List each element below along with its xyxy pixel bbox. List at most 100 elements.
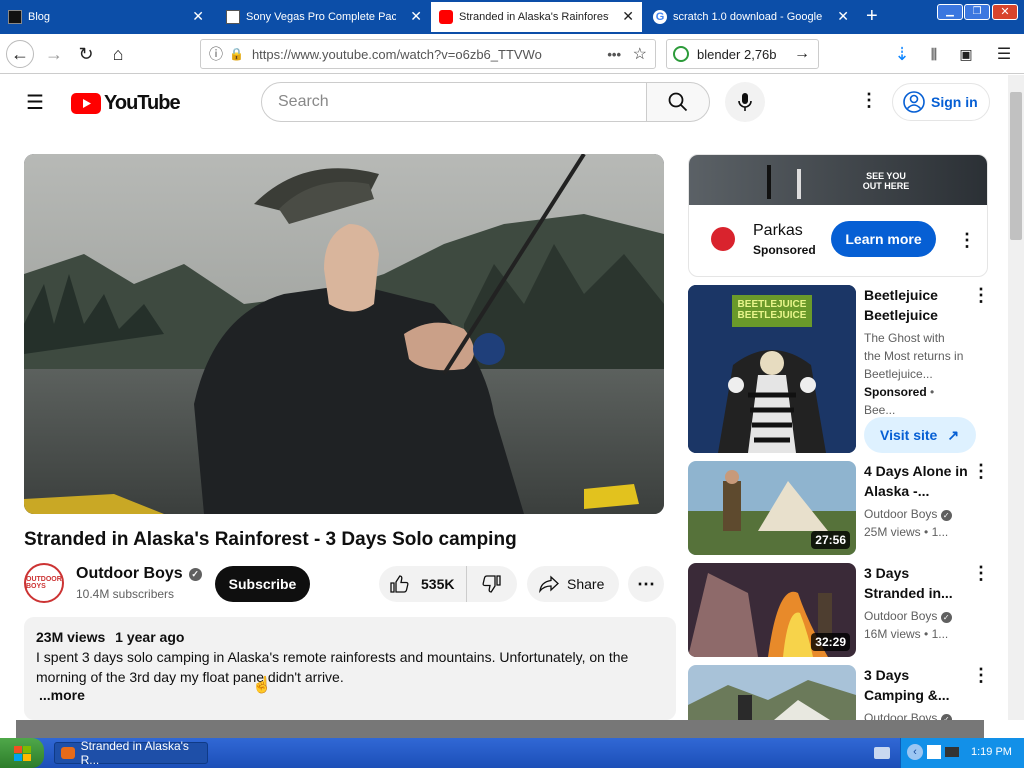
scrollbar-thumb[interactable] [1010, 92, 1022, 240]
download-icon[interactable]: ⇣ [888, 40, 916, 68]
url-text[interactable]: https://www.youtube.com/watch?v=o6zb6_TT… [252, 47, 542, 62]
verified-icon: ✓ [940, 612, 952, 623]
voice-search-button[interactable] [725, 82, 765, 122]
thumbs-down-icon [482, 575, 501, 593]
sidebar-thumbnail[interactable]: 27:56 [688, 461, 856, 555]
subscribe-button[interactable]: Subscribe [215, 566, 310, 602]
sponsored-label: Sponsored [753, 243, 816, 257]
learn-more-button[interactable]: Learn more [831, 221, 936, 257]
page-actions-icon[interactable]: ••• [607, 47, 621, 62]
sidebar-options-icon[interactable]: ⋮ [972, 564, 990, 582]
tray-app-icon[interactable] [927, 745, 941, 759]
sidebar-options-icon[interactable]: ⋮ [972, 666, 990, 684]
sidebar-item-sponsored[interactable]: Beetlejuice Beetlejuice The Ghost with t… [864, 285, 964, 419]
sidebar-item[interactable]: 4 Days Alone in Alaska -... Outdoor Boys… [864, 461, 968, 541]
dislike-button[interactable] [467, 566, 517, 602]
arrow-right-icon[interactable]: → [794, 45, 810, 63]
thumbs-up-icon [390, 575, 409, 593]
minimize-button[interactable]: ▁ [937, 4, 963, 20]
browser-search-field[interactable]: blender 2,76b → [666, 39, 819, 69]
like-button[interactable]: 535K [379, 566, 467, 602]
search-input[interactable]: Search [261, 82, 647, 122]
more-options-icon[interactable]: ⋮ [860, 91, 878, 109]
sidebar-item[interactable]: 3 Days Camping &... Outdoor Boys ✓ [864, 665, 968, 720]
sidebar-item[interactable]: 3 Days Stranded in... Outdoor Boys ✓ 16M… [864, 563, 968, 643]
close-tab-icon[interactable]: ✕ [622, 9, 634, 23]
like-dislike-group: 535K [379, 566, 517, 602]
horizontal-scrollbar[interactable] [16, 720, 984, 738]
browser-tab-bar: Blog ✕ Sony Vegas Pro Complete Pack ✕ St… [0, 0, 1024, 34]
menu-icon[interactable]: ☰ [990, 40, 1018, 68]
video-player[interactable] [24, 154, 664, 514]
verified-icon: ✓ [188, 567, 202, 581]
search-button[interactable] [646, 82, 710, 122]
youtube-logo[interactable]: YouTube [71, 92, 181, 115]
ad-card[interactable]: SEE YOU OUT HERE Parkas Sponsored Learn … [688, 154, 988, 277]
hamburger-menu-icon[interactable]: ☰ [26, 93, 44, 113]
subscriber-count: 10.4M subscribers [76, 587, 175, 601]
advertiser-name: Parkas [753, 222, 803, 239]
windows-logo-icon [13, 745, 31, 761]
visit-site-button[interactable]: Visit site ↗ [864, 417, 976, 453]
description-box[interactable]: 23M views 1 year ago I spent 3 days solo… [24, 617, 676, 720]
library-icon[interactable]: ⫼ [920, 40, 948, 68]
youtube-page: ☰ YouTube Search ⋮ Sign in Stranded in A… [0, 75, 1008, 720]
duration-badge: 27:56 [811, 531, 850, 549]
tray-expand-icon[interactable]: ‹ [907, 744, 923, 760]
ad-options-icon[interactable]: ⋮ [958, 231, 976, 249]
external-link-icon: ↗ [947, 426, 960, 443]
share-icon [539, 575, 559, 593]
back-icon[interactable]: ← [6, 40, 34, 68]
tab-google[interactable]: G scratch 1.0 download - Google S ✕ [645, 2, 857, 32]
forward-icon[interactable]: → [40, 40, 68, 68]
restore-button[interactable]: ❐ [964, 4, 990, 20]
channel-avatar[interactable]: OUTDOOR BOYS [24, 563, 64, 603]
sign-in-button[interactable]: Sign in [892, 83, 990, 121]
youtube-play-icon [71, 93, 101, 114]
more-actions-button[interactable]: ⋯ [628, 566, 664, 602]
clock[interactable]: 1:19 PM [971, 746, 1012, 758]
close-tab-icon[interactable]: ✕ [410, 9, 422, 23]
close-tab-icon[interactable]: ✕ [192, 9, 204, 23]
channel-name-link[interactable]: Outdoor Boys ✓ [76, 565, 202, 583]
system-tray: ‹ 1:19 PM [900, 738, 1024, 768]
reload-icon[interactable]: ↻ [72, 40, 100, 68]
tab-blog[interactable]: Blog ✕ [0, 2, 212, 32]
document-icon [226, 10, 240, 24]
close-tab-icon[interactable]: ✕ [837, 9, 849, 23]
bookmark-star-icon[interactable]: ☆ [633, 44, 647, 64]
taskbar-window-button[interactable]: Stranded in Alaska's R... [54, 739, 208, 767]
sidebar-thumbnail[interactable]: 32:29 [688, 563, 856, 657]
lock-icon: 🔒 [229, 47, 244, 61]
duration-badge: 32:29 [811, 633, 850, 651]
url-bar[interactable]: ⓘ 🔒 https://www.youtube.com/watch?v=o6zb… [200, 39, 656, 69]
info-icon[interactable]: ⓘ [209, 44, 223, 64]
start-button[interactable] [0, 738, 44, 768]
advertiser-logo-icon [711, 227, 735, 251]
new-tab-button[interactable]: + [866, 6, 878, 26]
sidebar-options-icon[interactable]: ⋮ [972, 286, 990, 304]
tray-network-icon[interactable] [945, 747, 959, 757]
video-title: Stranded in Alaska's Rainforest - 3 Days… [24, 529, 517, 550]
upload-age: 1 year ago [115, 629, 185, 645]
tab-youtube[interactable]: Stranded in Alaska's Rainforest ✕ [431, 2, 642, 32]
account-icon [903, 91, 925, 113]
sidebar-icon[interactable]: ▣ [952, 40, 980, 68]
show-more-link[interactable]: ...more [39, 687, 664, 703]
verified-icon: ✓ [940, 510, 952, 521]
close-window-button[interactable]: ✕ [992, 4, 1018, 20]
ad-banner[interactable]: SEE YOU OUT HERE [689, 155, 987, 205]
sidebar-thumbnail-sponsored[interactable]: BEETLEJUICE BEETLEJUICE [688, 285, 856, 453]
browser-nav-bar: ← → ↻ ⌂ ⓘ 🔒 https://www.youtube.com/watc… [0, 34, 1024, 74]
sidebar-options-icon[interactable]: ⋮ [972, 462, 990, 480]
home-icon[interactable]: ⌂ [104, 40, 132, 68]
tab-sony-vegas[interactable]: Sony Vegas Pro Complete Pack ✕ [218, 2, 430, 32]
sidebar-thumbnail[interactable] [688, 665, 856, 720]
share-button[interactable]: Share [527, 566, 619, 602]
search-icon [668, 92, 688, 112]
view-count: 23M views [36, 629, 106, 645]
search-engine-icon [673, 46, 689, 62]
keyboard-tray-icon[interactable] [874, 747, 890, 759]
firefox-icon [61, 747, 75, 759]
video-frame [24, 154, 664, 514]
